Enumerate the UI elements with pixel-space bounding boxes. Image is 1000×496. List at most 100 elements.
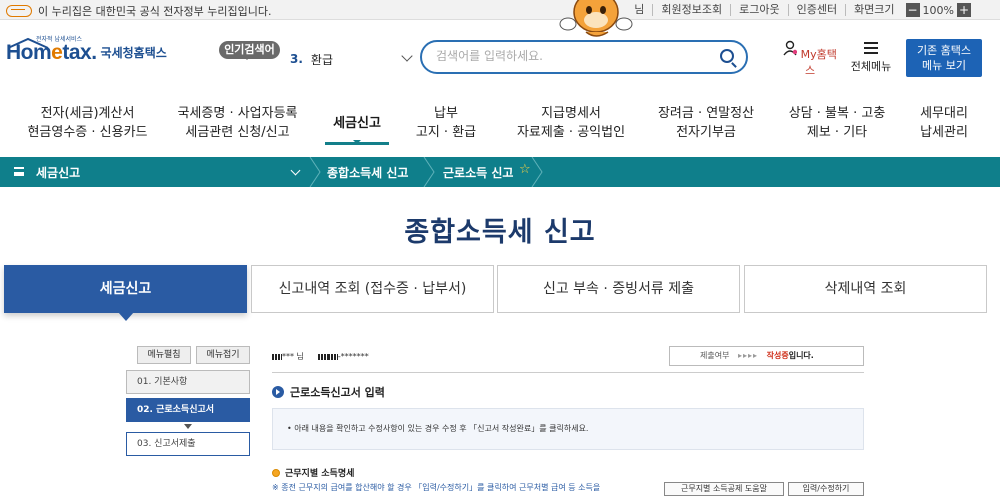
breadcrumb-separator-icon: [309, 157, 321, 187]
filing-tabs: 세금신고 신고내역 조회 (접수증 · 납부서) 신고 부속 · 증빙서류 제출…: [0, 265, 1000, 321]
breadcrumb-level2[interactable]: 종합소득세 신고: [327, 164, 408, 181]
gnb-item-line1: 세무대리: [920, 106, 968, 121]
popular-rank-number: 3.: [290, 52, 303, 66]
gnb-item-line1: 세금신고: [333, 116, 381, 131]
status-state: 작성중: [766, 351, 789, 360]
circle-arrow-icon: [272, 386, 284, 398]
subsection-title-text: 근무지별 소득명세: [285, 469, 355, 479]
gnb-item-line2: 납세관리: [920, 125, 968, 140]
hometax-logo[interactable]: 전자적 납세서비스 Hometax. 국세청홈택스: [6, 36, 167, 65]
gnb-item-tax-filing[interactable]: 세금신고: [325, 114, 389, 145]
popular-search-term: 환급: [310, 52, 334, 67]
gov-topbar: 이 누리집은 대한민국 공식 전자정부 누리집입니다. 님 회원정보조회 로그아…: [0, 0, 1000, 20]
gnb-item-einvoice[interactable]: 전자(세금)계산서 현금영수증 · 신용카드: [20, 104, 155, 142]
member-info-link[interactable]: 회원정보조회: [652, 4, 730, 16]
breadcrumb-separator-icon: [423, 157, 435, 187]
favorite-star-icon[interactable]: ☆: [519, 162, 531, 177]
zoom-in-button[interactable]: +: [957, 3, 971, 17]
tab-tax-filing[interactable]: 세금신고: [4, 265, 247, 321]
tab-attachments[interactable]: 신고 부속 · 증빙서류 제출: [497, 265, 740, 313]
all-menu-label: 전체메뉴: [850, 60, 892, 73]
submission-status: 제출여부 ▸▸▸▸ 작성중입니다.: [669, 346, 864, 366]
search-icon[interactable]: [720, 49, 734, 63]
masked-icon: [272, 353, 282, 360]
my-hometax-label: My홈택스: [800, 48, 837, 77]
person-icon: [783, 40, 798, 56]
breadcrumb-separator-icon: [531, 157, 543, 187]
menu-collapse-button[interactable]: 메뉴접기: [196, 346, 250, 364]
status-arrows: ▸▸▸▸: [738, 351, 759, 360]
gnb-item-tax-agent[interactable]: 세무대리 납세관리: [912, 104, 976, 142]
step-menu-controls: 메뉴펼침 메뉴접기: [126, 346, 250, 364]
breadcrumb-level3[interactable]: 근로소득 신고: [443, 164, 513, 181]
gnb-item-payment[interactable]: 납부 고지 · 환급: [408, 104, 484, 142]
tab-deleted-history[interactable]: 삭제내역 조회: [744, 265, 987, 313]
search-input[interactable]: [436, 42, 706, 70]
gnb-item-line2: 전자기부금: [676, 125, 736, 140]
gnb-item-line1: 상담 · 불복 · 고충: [788, 106, 886, 121]
gnb-item-statements[interactable]: 지급명세서 자료제출 · 공익법인: [506, 104, 636, 142]
step-submit[interactable]: 03. 신고서제출: [126, 432, 250, 456]
subsection-title: 근무지별 소득명세: [272, 466, 354, 479]
user-id: -*******: [317, 352, 369, 361]
old-hometax-menu-button[interactable]: 기존 홈택스 메뉴 보기: [906, 39, 982, 77]
bullet-icon: [272, 468, 280, 477]
edit-input-button[interactable]: 입력/수정하기: [788, 482, 864, 496]
gnb-item-line1: 지급명세서: [541, 106, 601, 121]
gnb-item-line1: 장려금 · 연말정산: [657, 106, 755, 121]
divider: [272, 372, 864, 373]
down-arrow-icon: [184, 424, 192, 429]
gnb-item-consultation[interactable]: 상담 · 불복 · 고충 제보 · 기타: [782, 104, 892, 142]
user-info-line: *** 님 -*******: [272, 351, 369, 362]
section-title-text: 근로소득신고서 입력: [290, 386, 385, 399]
zoom-level: 100%: [922, 3, 954, 17]
gnb-item-line2: 자료제출 · 공익법인: [516, 125, 626, 140]
menu-expand-button[interactable]: 메뉴펼침: [137, 346, 191, 364]
page-title: 종합소득세 신고: [404, 217, 596, 248]
menu-icon[interactable]: [14, 167, 24, 176]
gov-notice-text: 이 누리집은 대한민국 공식 전자정부 누리집입니다.: [38, 5, 272, 18]
step-menu: 메뉴펼침 메뉴접기 01. 기본사항 02. 근로소득신고서 03. 신고서제출: [126, 346, 250, 456]
logout-link[interactable]: 로그아웃: [730, 4, 787, 16]
cert-center-link[interactable]: 인증센터: [787, 4, 845, 16]
user-name: *** 님: [272, 351, 304, 362]
gov-symbol-icon: [6, 5, 32, 17]
gnb-item-line2: 현금영수증 · 신용카드: [27, 125, 148, 140]
gnb-item-line1: 납부: [434, 106, 458, 121]
gnb-item-incentives[interactable]: 장려금 · 연말정산 전자기부금: [648, 104, 764, 142]
tab-filing-history[interactable]: 신고내역 조회 (접수증 · 납부서): [251, 265, 494, 313]
masked-icon: [327, 353, 338, 360]
old-hometax-line2: 메뉴 보기: [922, 59, 966, 72]
gnb-item-line1: 국세증명 · 사업자등록: [177, 106, 298, 121]
masked-icon: [317, 353, 328, 360]
info-box: • 아래 내용을 확인하고 수정사항이 있는 경우 수정 후 「신고서 작성완료…: [272, 408, 864, 450]
gnb-item-certificates[interactable]: 국세증명 · 사업자등록 세금관련 신청/신고: [170, 104, 305, 142]
gov-notice: 이 누리집은 대한민국 공식 전자정부 누리집입니다.: [6, 3, 272, 19]
section-title: 근로소득신고서 입력: [272, 384, 385, 400]
gnb-item-line1: 전자(세금)계산서: [40, 106, 135, 121]
all-menu-button[interactable]: 전체메뉴: [846, 40, 896, 74]
breadcrumb-level1[interactable]: 세금신고: [36, 164, 80, 181]
status-suffix: 입니다.: [788, 351, 814, 360]
hamburger-icon: [864, 42, 878, 54]
gnb-item-line2: 고지 · 환급: [415, 125, 477, 140]
income-deduction-help-button[interactable]: 근무지별 소득공제 도움말: [664, 482, 784, 496]
search-box: [420, 40, 748, 74]
my-hometax-button[interactable]: My홈택스: [783, 40, 837, 78]
logo-subtitle: 전자적 납세서비스: [36, 36, 83, 43]
site-header: 전자적 납세서비스 Hometax. 국세청홈택스 인기검색어 3. 환급 My…: [0, 21, 1000, 91]
zoom-out-button[interactable]: −: [905, 3, 920, 17]
gnb-item-line2: 세금관련 신청/신고: [185, 125, 290, 140]
step-basic-info[interactable]: 01. 기본사항: [126, 370, 250, 394]
notice-text: ※ 종전 근무지의 급여를 합산해야 할 경우 「입력/수정하기」를 클릭하여 …: [272, 483, 601, 492]
status-label: 제출여부: [700, 351, 730, 360]
global-nav: 전자(세금)계산서 현금영수증 · 신용카드 국세증명 · 사업자등록 세금관련…: [0, 100, 1000, 156]
utility-links: 님 회원정보조회 로그아웃 인증센터 화면크기 − 100% +: [626, 3, 974, 17]
chevron-down-icon[interactable]: [290, 165, 301, 176]
popular-search-badge: 인기검색어: [219, 41, 280, 60]
gnb-item-line2: 제보 · 기타: [806, 125, 868, 140]
step-earned-income-form[interactable]: 02. 근로소득신고서: [126, 398, 250, 422]
popular-search-select[interactable]: 3. 환급: [290, 49, 415, 69]
chevron-down-icon: [401, 50, 413, 62]
screen-size-label: 화면크기: [845, 4, 902, 16]
